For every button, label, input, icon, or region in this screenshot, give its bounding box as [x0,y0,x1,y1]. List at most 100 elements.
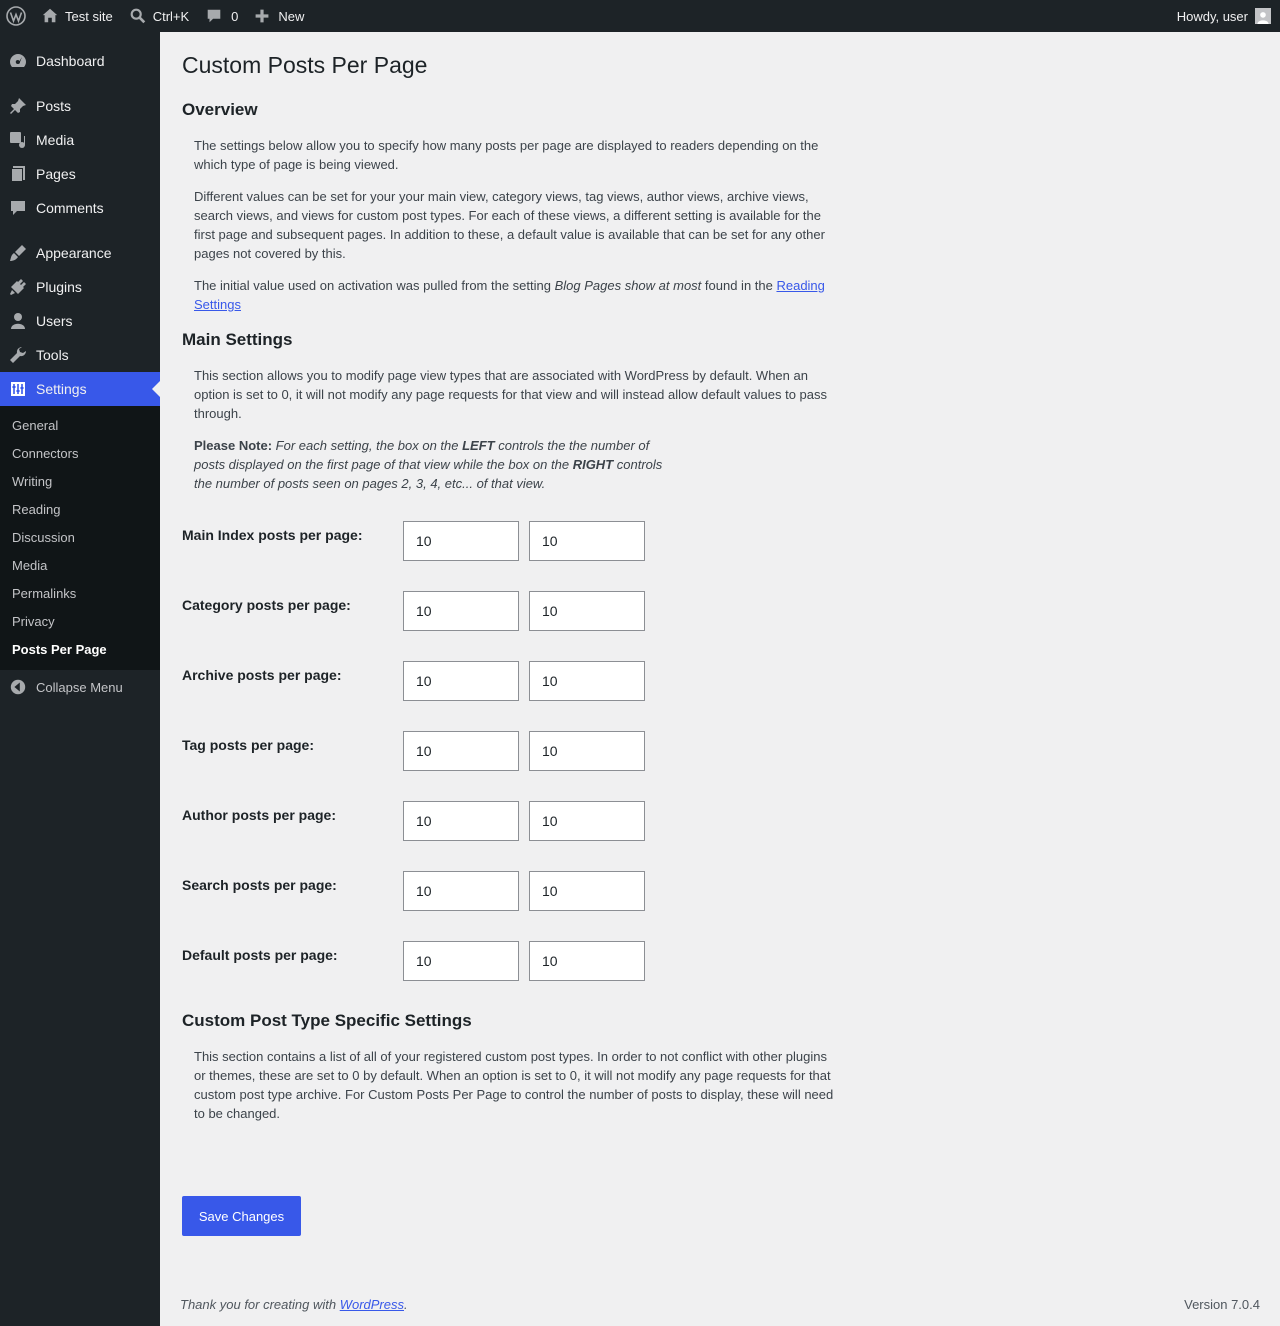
tag-first-page-input[interactable] [403,731,519,771]
submenu-item-posts-per-page[interactable]: Posts Per Page [12,642,107,657]
search-icon [130,8,145,24]
page-title: Custom Posts Per Page [182,52,428,78]
row-label-category: Category posts per page: [182,597,351,613]
row-label-default: Default posts per page: [182,947,338,963]
wordpress-link[interactable]: WordPress [340,1297,404,1312]
menu-item-label: Plugins [36,279,82,295]
tag-subsequent-pages-input[interactable] [529,731,645,771]
category-subsequent-pages-input[interactable] [529,591,645,631]
collapse-menu-button[interactable]: Collapse Menu [0,670,160,704]
users-icon [11,313,25,329]
row-label-tag: Tag posts per page: [182,737,314,753]
submenu-item-media[interactable]: Media [12,558,47,573]
menu-item-settings[interactable]: Settings [0,372,160,406]
menu-item-media[interactable]: Media [0,123,160,157]
site-name: Test site [65,8,113,24]
footer-thanks-period: . [404,1297,408,1312]
submenu-item-privacy[interactable]: Privacy [12,614,55,629]
main-index-subsequent-pages-input[interactable] [529,521,645,561]
main-settings-note: Please Note: For each setting, the box o… [194,436,664,493]
account-menu[interactable]: Howdy, user [1169,0,1280,32]
menu-item-dashboard[interactable]: Dashboard [0,44,160,78]
overview-p3-text-middle: found in the [701,278,777,293]
row-label-archive: Archive posts per page: [182,667,342,683]
author-subsequent-pages-input[interactable] [529,801,645,841]
avatar [1255,8,1271,24]
site-name-menu[interactable]: Test site [33,0,121,32]
overview-paragraph-2: Different values can be set for your you… [194,189,825,261]
row-label-author: Author posts per page: [182,807,337,823]
submenu-item-connectors[interactable]: Connectors [12,446,78,461]
admin-bar: Test site Ctrl+K 0 New Howdy, user [0,0,1280,32]
menu-item-users[interactable]: Users [0,304,160,338]
plus-icon [256,9,269,23]
overview-heading: Overview [182,100,258,119]
new-content-menu[interactable]: New [246,0,312,32]
menu-item-appearance[interactable]: Appearance [0,236,160,270]
overview-p3-setting-name: Blog Pages show at most [554,278,702,293]
submenu-item-discussion[interactable]: Discussion [12,530,75,545]
overview-p3-text: The initial value used on activation was… [194,278,555,293]
menu-item-comments[interactable]: Comments [0,191,160,225]
menu-item-label: Media [36,132,75,148]
user-avatar-icon [1257,12,1269,24]
archive-subsequent-pages-input[interactable] [529,661,645,701]
wordpress-logo-icon [6,6,26,26]
note-right: RIGHT [572,457,614,472]
menu-item-label: Settings [36,381,87,397]
settings-submenu: General Connectors Writing Reading Discu… [0,406,160,670]
save-changes-button[interactable]: Save Changes [182,1196,301,1236]
search-subsequent-pages-input[interactable] [529,871,645,911]
note-left: LEFT [462,438,495,453]
media-icon [10,132,25,148]
search-first-page-input[interactable] [403,871,519,911]
note-label: Please Note: [194,438,273,453]
row-label-search: Search posts per page: [182,877,337,893]
default-first-page-input[interactable] [403,941,519,981]
search-shortcut-label: Ctrl+K [152,8,190,24]
submenu-item-permalinks[interactable]: Permalinks [12,586,76,601]
main-settings-paragraph: This section allows you to modify page v… [194,368,828,421]
menu-item-label: Appearance [36,245,112,261]
menu-item-label: Pages [36,166,76,182]
submenu-item-general[interactable]: General [12,418,58,433]
settings-sliders-icon [11,382,25,396]
custom-post-type-heading: Custom Post Type Specific Settings [182,1011,472,1030]
footer-thanks-text: Thank you for creating with [180,1297,340,1312]
pages-icon [11,166,25,182]
menu-item-tools[interactable]: Tools [0,338,160,372]
admin-sidebar: Dashboard Posts Media Pages Comments App… [0,32,160,1326]
submenu-item-reading[interactable]: Reading [12,502,60,517]
custom-post-type-paragraph: This section contains a list of all of y… [194,1049,834,1121]
menu-item-posts[interactable]: Posts [0,89,160,123]
default-subsequent-pages-input[interactable] [529,941,645,981]
search-shortcut[interactable]: Ctrl+K [121,0,197,32]
home-icon [42,8,58,23]
category-first-page-input[interactable] [403,591,519,631]
wordpress-logo-menu[interactable] [0,0,33,32]
archive-first-page-input[interactable] [403,661,519,701]
menu-item-label: Dashboard [36,53,105,69]
row-label-main-index: Main Index posts per page: [182,527,363,543]
comments-icon [11,201,25,215]
menu-item-pages[interactable]: Pages [0,157,160,191]
menu-item-label: Tools [36,347,69,363]
overview-paragraph-1: The settings below allow you to specify … [194,138,819,172]
note-text-1: For each setting, the box on the [272,438,463,453]
menu-item-plugins[interactable]: Plugins [0,270,160,304]
overview-paragraph-3: The initial value used on activation was… [194,276,834,314]
author-first-page-input[interactable] [403,801,519,841]
menu-item-label: Users [36,313,73,329]
paintbrush-icon [10,245,26,261]
comments-count: 0 [231,8,239,24]
howdy-text: Howdy, user [1176,8,1248,24]
menu-item-label: Comments [36,200,104,216]
submenu-item-writing[interactable]: Writing [12,474,52,489]
wrench-icon [10,346,27,363]
main-index-first-page-input[interactable] [403,521,519,561]
dashboard-icon [10,54,26,67]
footer-version: Version 7.0.4 [1184,1297,1260,1312]
menu-item-label: Posts [36,98,72,114]
pushpin-icon [10,98,26,114]
comments-menu[interactable]: 0 [197,0,246,32]
